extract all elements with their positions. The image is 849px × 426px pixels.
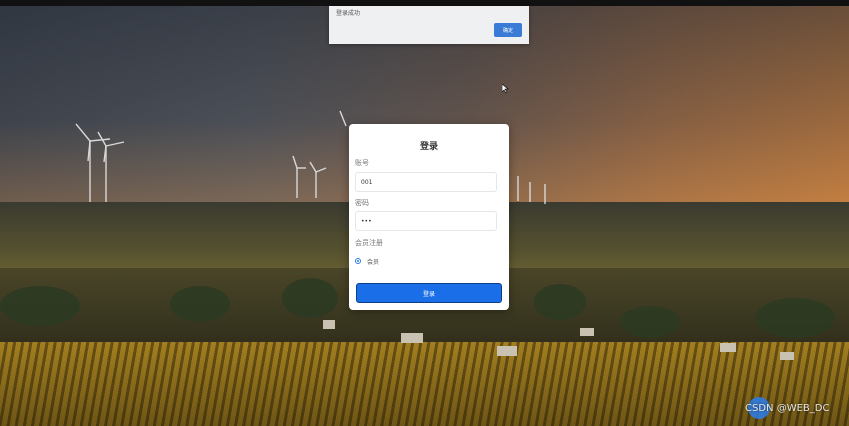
login-button[interactable]: 登录 bbox=[356, 283, 502, 303]
alert-ok-button[interactable]: 确定 bbox=[494, 23, 522, 37]
login-title: 登录 bbox=[419, 142, 438, 152]
role-label: 会员注册 bbox=[355, 239, 383, 247]
member-radio-label[interactable]: 会员 bbox=[367, 257, 379, 266]
mouse-cursor-icon bbox=[502, 84, 509, 94]
member-radio[interactable] bbox=[355, 258, 361, 264]
account-input[interactable] bbox=[355, 172, 497, 192]
password-label: 密码 bbox=[355, 199, 369, 207]
account-label: 账号 bbox=[355, 159, 369, 167]
watermark: CSDN @WEB_DC bbox=[745, 403, 830, 414]
alert-message: 登录成功 bbox=[336, 10, 361, 17]
password-input[interactable] bbox=[355, 211, 497, 231]
